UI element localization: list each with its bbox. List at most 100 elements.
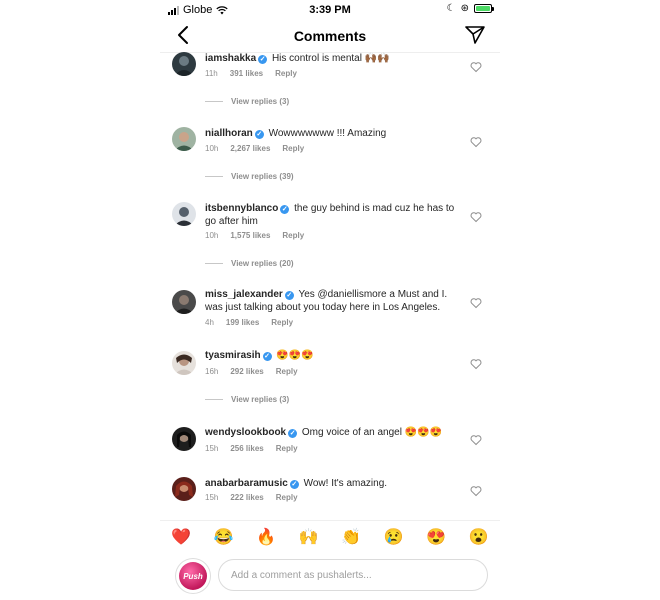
comment-likes[interactable]: 222 likes [230,493,263,502]
reply-button[interactable]: Reply [275,69,297,78]
heart-icon[interactable] [470,211,482,223]
comment-body: Wow! It's amazing. [303,478,388,489]
comment-meta: 11h 391 likes Reply [205,69,297,78]
reply-button[interactable]: Reply [271,318,293,327]
avatar[interactable] [172,477,196,501]
emoji-crying-button[interactable]: 😢 [384,527,404,547]
quick-emoji-bar: ❤️ 😂 🔥 🙌 👏 😢 😍 😮 [160,520,500,548]
comment-time: 15h [205,444,219,453]
battery-icon [474,4,494,13]
comment-meta: 15h 222 likes Reply [205,493,298,502]
comment-meta: 16h 292 likes Reply [205,367,298,376]
comment-username[interactable]: iamshakka [205,53,256,64]
emoji-heart-eyes-button[interactable]: 😍 [426,527,446,547]
avatar[interactable] [172,290,196,314]
view-replies-button[interactable]: View replies (39) [205,172,294,181]
view-replies-label: View replies (3) [231,97,290,106]
reply-button[interactable]: Reply [276,444,298,453]
push-logo: Push [179,562,207,590]
comment-composer: Push [160,555,500,599]
comment-username[interactable]: wendyslookbook [205,427,286,438]
comment-body: 😍😍😍 [276,350,314,361]
reply-divider [205,176,223,177]
comment-body: Wowwwwwww !!! Amazing [268,128,387,139]
view-replies-button[interactable]: View replies (20) [205,259,294,268]
verified-badge-icon: ✓ [284,291,294,300]
comment-likes[interactable]: 2,267 likes [230,144,270,153]
heart-icon[interactable] [470,297,482,309]
user-avatar[interactable]: Push [176,559,210,593]
comment-time: 15h [205,493,219,502]
comment-body: His control is mental 🙌🏾🙌🏾 [271,53,390,64]
reply-button[interactable]: Reply [276,367,298,376]
avatar[interactable] [172,351,196,375]
reply-button[interactable]: Reply [276,493,298,502]
emoji-raised-hands-button[interactable]: 🙌 [299,527,319,547]
verified-badge-icon: ✓ [288,429,298,438]
view-replies-label: View replies (20) [231,259,294,268]
comment-text-line: miss_jalexander ✓ Yes @daniellismore a Mu… [205,288,455,314]
emoji-surprised-button[interactable]: 😮 [469,527,489,547]
verified-badge-icon: ✓ [289,480,299,489]
heart-icon[interactable] [470,434,482,446]
emoji-fire-button[interactable]: 🔥 [256,527,276,547]
comment-body: Omg voice of an angel 😍😍😍 [301,427,443,438]
comment-username[interactable]: miss_jalexander [205,289,283,300]
comment-likes[interactable]: 256 likes [230,444,263,453]
comment-time: 11h [205,69,218,78]
avatar[interactable] [172,427,196,451]
verified-badge-icon: ✓ [258,55,268,64]
phone-screen: Globe 3:39 PM ☾ ⊛ Comments iamshakka ✓ H… [160,0,500,600]
comment-likes[interactable]: 1,575 likes [230,231,270,240]
comment-meta: 10h 1,575 likes Reply [205,231,304,240]
view-replies-button[interactable]: View replies (3) [205,395,289,404]
comment-username[interactable]: niallhoran [205,128,253,139]
verified-badge-icon: ✓ [262,352,272,361]
heart-icon[interactable] [470,358,482,370]
reply-button[interactable]: Reply [282,144,304,153]
comment-meta: 10h 2,267 likes Reply [205,144,304,153]
view-replies-button[interactable]: View replies (3) [205,97,289,106]
comment-likes[interactable]: 199 likes [226,318,259,327]
orientation-lock-icon: ⊛ [460,3,469,14]
comment-meta: 4h 199 likes Reply [205,318,293,327]
heart-icon[interactable] [470,485,482,497]
comment-text-line: itsbennyblanco ✓ the guy behind is mad cu… [205,202,455,228]
verified-badge-icon: ✓ [254,130,264,139]
emoji-clap-button[interactable]: 👏 [341,527,361,547]
comment-meta: 15h 256 likes Reply [205,444,298,453]
comment-time: 16h [205,367,219,376]
comment-username[interactable]: anabarbaramusic [205,478,288,489]
reply-divider [205,399,223,400]
comment-text-line: wendyslookbook ✓ Omg voice of an angel 😍😍… [205,426,455,439]
reply-divider [205,263,223,264]
comment-time: 10h [205,231,219,240]
status-icons: ☾ ⊛ [446,3,494,14]
avatar[interactable] [172,202,196,226]
comment-text-line: niallhoran ✓ Wowwwwwww !!! Amazing [205,127,455,140]
comments-header: Comments [160,20,500,53]
emoji-heart-button[interactable]: ❤️ [171,527,191,547]
heart-icon[interactable] [470,136,482,148]
verified-badge-icon: ✓ [280,205,290,214]
comment-likes[interactable]: 391 likes [230,69,263,78]
comment-username[interactable]: itsbennyblanco [205,203,278,214]
status-bar: Globe 3:39 PM ☾ ⊛ [160,0,500,20]
comment-text-line: tyasmirasih ✓ 😍😍😍 [205,349,455,362]
view-replies-label: View replies (3) [231,395,290,404]
direct-send-icon[interactable] [464,25,486,45]
moon-icon: ☾ [446,3,456,14]
comment-input[interactable] [218,559,488,591]
heart-icon[interactable] [470,61,482,73]
avatar[interactable] [172,127,196,151]
comment-text-line: iamshakka ✓ His control is mental 🙌🏾🙌🏾 [205,52,455,65]
comment-text-line: anabarbaramusic ✓ Wow! It's amazing. [205,477,455,490]
comment-username[interactable]: tyasmirasih [205,350,261,361]
comment-likes[interactable]: 292 likes [230,367,263,376]
avatar[interactable] [172,52,196,76]
comment-time: 10h [205,144,219,153]
reply-divider [205,101,223,102]
emoji-laughing-button[interactable]: 😂 [214,527,234,547]
page-title: Comments [293,28,367,44]
reply-button[interactable]: Reply [282,231,304,240]
